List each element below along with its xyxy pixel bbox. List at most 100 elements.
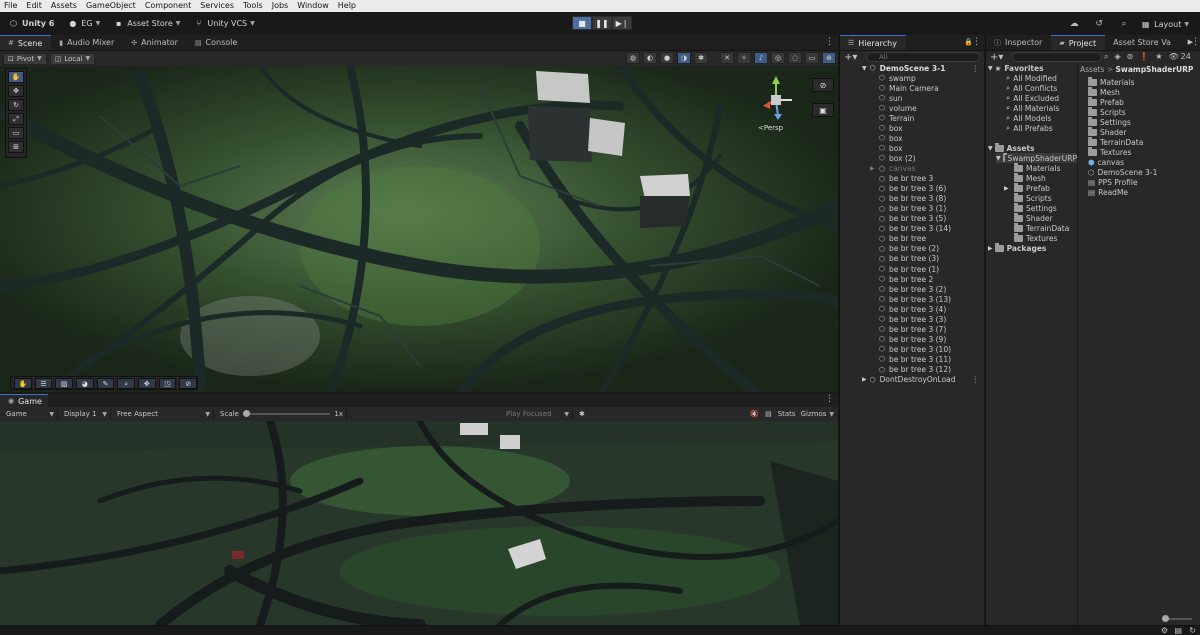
menu-component[interactable]: Component bbox=[145, 0, 191, 12]
zoom-slider[interactable] bbox=[1162, 615, 1192, 622]
expand-arrow-icon[interactable]: ▶ bbox=[870, 165, 875, 172]
hierarchy-item[interactable]: ⬡ volume bbox=[840, 103, 985, 113]
hierarchy-item[interactable]: ⬡ box bbox=[840, 143, 985, 153]
hand-icon[interactable]: ✋ bbox=[14, 377, 32, 389]
stop-button[interactable]: ■ bbox=[572, 16, 592, 30]
game-mode-dropdown[interactable]: Game ▼ bbox=[3, 408, 58, 420]
menu-tools[interactable]: Tools bbox=[243, 0, 263, 12]
gizmos-button[interactable]: Gizmos bbox=[801, 410, 827, 418]
menu-gameobject[interactable]: GameObject bbox=[86, 0, 136, 12]
camera-settings-icon[interactable]: ⊘ bbox=[812, 78, 834, 92]
hierarchy-item[interactable]: ⬡ box bbox=[840, 133, 985, 143]
hierarchy-item[interactable]: ⬡ Terrain bbox=[840, 113, 985, 123]
hierarchy-item[interactable]: ⬡ be br tree 3 (7) bbox=[840, 324, 985, 334]
account-button[interactable]: ● EG ▼ bbox=[63, 16, 105, 32]
add-icon[interactable]: +▾ bbox=[990, 52, 1003, 63]
scale-slider[interactable] bbox=[242, 410, 331, 417]
sphere-brush-icon[interactable]: ◕ bbox=[76, 377, 94, 389]
hierarchy-item[interactable]: ⬡ be br tree 3 (2) bbox=[840, 284, 985, 294]
project-content-item[interactable]: ⬡ DemoScene 3-1 bbox=[1088, 167, 1157, 177]
folder-item[interactable]: Settings bbox=[1014, 202, 1057, 213]
breadcrumb-current[interactable]: SwampShaderURP bbox=[1115, 65, 1193, 74]
tab-animator[interactable]: ✣ Animator bbox=[123, 35, 187, 50]
project-content-item[interactable]: ▤ ReadMe bbox=[1088, 187, 1128, 197]
sliders-icon[interactable]: ☰ bbox=[34, 377, 53, 389]
fx-icon[interactable]: ◎ bbox=[771, 52, 785, 64]
zoom-thumb[interactable] bbox=[1162, 615, 1169, 622]
search-by-type-icon[interactable]: ⌕ bbox=[1104, 52, 1108, 62]
favorite-item[interactable]: ⌕ All Materials bbox=[1006, 103, 1059, 113]
project-content-item[interactable]: Prefab bbox=[1088, 96, 1124, 107]
audio-icon[interactable]: ♪ bbox=[754, 52, 768, 64]
slider-thumb[interactable] bbox=[242, 410, 250, 417]
folder-item[interactable]: Textures bbox=[1014, 232, 1057, 243]
hierarchy-item[interactable]: ⬡ be br tree 3 (11) bbox=[840, 354, 985, 364]
hierarchy-item[interactable]: ⬡ Main Camera bbox=[840, 83, 985, 93]
hierarchy-item[interactable]: ⬡ sun bbox=[840, 93, 985, 103]
hierarchy-item[interactable]: ▶ ⬡ canvas bbox=[840, 164, 985, 174]
vcs-button[interactable]: ⑂ Unity VCS ▼ bbox=[189, 16, 259, 32]
favorites-header[interactable]: ▼ ★ Favorites bbox=[988, 63, 1044, 73]
rect-tool-icon[interactable]: ▭ bbox=[8, 127, 24, 139]
hierarchy-dontdestroy-row[interactable]: ▶ ⬡ DontDestroyOnLoad ⋮ bbox=[840, 375, 985, 385]
project-content-item[interactable]: ▤ PPS Profile bbox=[1088, 177, 1138, 187]
pivot-dropdown[interactable]: ⊡ Pivot ▼ bbox=[3, 52, 47, 65]
hierarchy-scene-row[interactable]: ▼ ⬡ DemoScene 3-1 ⋮ bbox=[840, 63, 985, 73]
project-search-input[interactable] bbox=[1012, 52, 1102, 62]
folder-item[interactable]: Mesh bbox=[1014, 172, 1046, 183]
hierarchy-item[interactable]: ⬡ be br tree 2 bbox=[840, 274, 985, 284]
layout-dropdown[interactable]: ▦ Layout ▼ bbox=[1136, 16, 1194, 32]
folder-item[interactable]: ▶ Prefab bbox=[1004, 182, 1050, 193]
project-content-item[interactable]: ⬢ canvas bbox=[1088, 157, 1124, 167]
search-icon[interactable]: ⌕ bbox=[1116, 17, 1132, 31]
camera-icon[interactable]: ▭ bbox=[805, 52, 819, 64]
expand-arrow-icon[interactable]: ▶ bbox=[862, 376, 867, 383]
tab-hierarchy[interactable]: ☰ Hierarchy bbox=[840, 35, 906, 50]
selected-folder[interactable]: ▼ SwampShaderURP bbox=[996, 153, 1077, 163]
menu-window[interactable]: Window bbox=[297, 0, 329, 12]
hierarchy-item[interactable]: ⬡ be br tree 3 (1) bbox=[840, 204, 985, 214]
more-icon[interactable]: ⋮ bbox=[972, 64, 980, 73]
hierarchy-item[interactable]: ⬡ be br tree 3 (9) bbox=[840, 334, 985, 344]
tab-audio-mixer[interactable]: ▮ Audio Mixer bbox=[51, 35, 123, 50]
project-content-item[interactable]: Shader bbox=[1088, 126, 1127, 137]
favorite-item[interactable]: ⌕ All Excluded bbox=[1006, 93, 1059, 103]
step-button[interactable]: ▶❘ bbox=[612, 16, 632, 30]
hierarchy-item[interactable]: ⬡ be br tree 3 (12) bbox=[840, 365, 985, 375]
menu-assets[interactable]: Assets bbox=[51, 0, 77, 12]
mute-icon[interactable]: 🔇 bbox=[750, 410, 759, 418]
hierarchy-item[interactable]: ⬡ be br tree 3 (13) bbox=[840, 294, 985, 304]
scene-camera-icon[interactable]: ▣ bbox=[812, 103, 834, 117]
notifications-icon[interactable]: ▤ bbox=[1174, 626, 1182, 635]
hierarchy-item[interactable]: ⬡ swamp bbox=[840, 73, 985, 83]
game-viewport[interactable] bbox=[0, 421, 838, 625]
add-icon[interactable]: +▾ bbox=[844, 52, 857, 63]
tab-project[interactable]: ▰ Project bbox=[1051, 35, 1106, 50]
lit-icon[interactable]: ◑ bbox=[677, 52, 691, 64]
pause-button[interactable]: ❚❚ bbox=[592, 16, 612, 30]
menu-services[interactable]: Services bbox=[200, 0, 234, 12]
hierarchy-item[interactable]: ⬡ be br tree 3 bbox=[840, 174, 985, 184]
transform-tool-icon[interactable]: ⊞ bbox=[8, 141, 24, 153]
project-content-item[interactable]: Settings bbox=[1088, 116, 1131, 127]
hierarchy-item[interactable]: ⬡ be br tree 3 (3) bbox=[840, 314, 985, 324]
orientation-gizmo[interactable]: <Persp bbox=[754, 74, 798, 136]
shading-icon[interactable]: ◐ bbox=[643, 52, 657, 64]
hierarchy-item[interactable]: ⬡ box (2) bbox=[840, 153, 985, 163]
tab-asset-store[interactable]: Asset Store Va bbox=[1105, 35, 1173, 50]
chevron-down-icon[interactable]: ▼ bbox=[829, 411, 834, 418]
hierarchy-item[interactable]: ⬡ be br tree (3) bbox=[840, 254, 985, 264]
star-icon[interactable]: ★ bbox=[1155, 52, 1162, 62]
hand-tool-icon[interactable]: ✋ bbox=[8, 71, 24, 83]
favorite-item[interactable]: ⌕ All Conflicts bbox=[1006, 83, 1057, 93]
cloud-icon[interactable]: ☁ bbox=[1066, 17, 1082, 31]
hierarchy-item[interactable]: ⬡ be br tree 3 (14) bbox=[840, 224, 985, 234]
terrain-icon[interactable]: ▨ bbox=[55, 377, 74, 389]
aspect-dropdown[interactable]: Free Aspect ▼ bbox=[114, 408, 214, 420]
projection-label[interactable]: <Persp bbox=[758, 124, 783, 132]
keyboard-icon[interactable]: ▤ bbox=[765, 410, 772, 418]
project-content-item[interactable]: Textures bbox=[1088, 146, 1131, 157]
history-icon[interactable]: ↺ bbox=[1091, 17, 1107, 31]
tab-scene[interactable]: # Scene bbox=[0, 35, 52, 50]
hierarchy-item[interactable]: ⬡ be br tree (2) bbox=[840, 244, 985, 254]
